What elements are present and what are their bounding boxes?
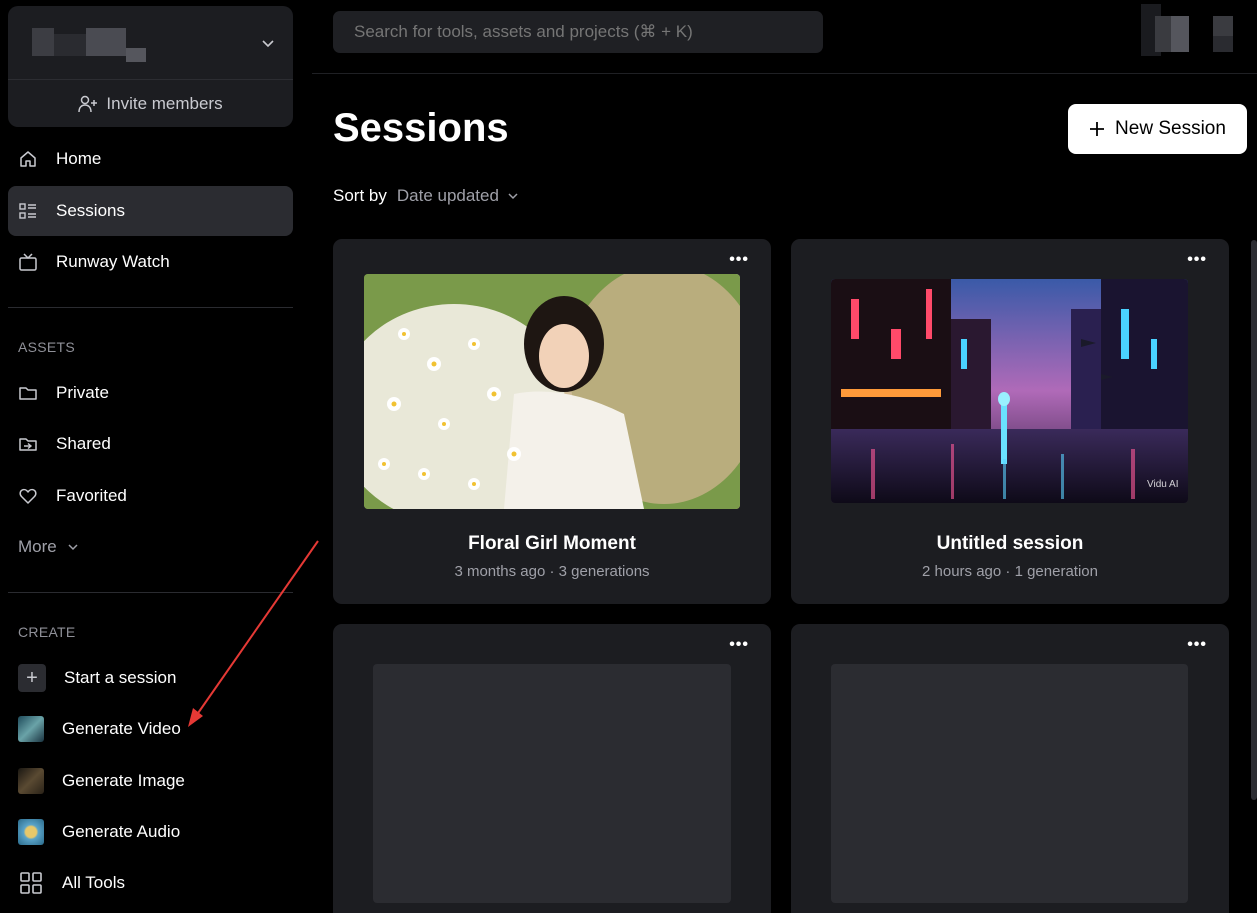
- nav-favorited-label: Favorited: [56, 486, 127, 505]
- avatar-block: [1155, 16, 1171, 52]
- nav-favorited[interactable]: Favorited: [8, 471, 293, 521]
- session-title: Floral Girl Moment: [468, 533, 636, 554]
- more-options-icon[interactable]: •••: [729, 251, 749, 269]
- workspace-switcher[interactable]: Invite members: [8, 6, 293, 127]
- assets-section-label: ASSETS: [18, 339, 76, 355]
- plus-icon: [1090, 122, 1105, 136]
- generate-audio-thumbnail: [18, 819, 44, 845]
- nav-home-label: Home: [56, 149, 102, 168]
- nav-shared[interactable]: Shared: [8, 419, 293, 469]
- generate-image-thumbnail: [18, 768, 44, 794]
- nav-runway-watch[interactable]: Runway Watch: [8, 237, 293, 287]
- cyber-city-illustration: Vidu AI: [831, 279, 1188, 503]
- plus-icon: +: [18, 664, 46, 692]
- nav-private-label: Private: [56, 383, 109, 402]
- search-input[interactable]: [333, 11, 823, 53]
- more-options-icon[interactable]: •••: [729, 636, 749, 654]
- create-section-label: CREATE: [18, 624, 76, 640]
- sort-control: Sort by Date updated: [333, 186, 519, 206]
- workspace-name-block: [86, 28, 126, 56]
- avatar-block: [1171, 16, 1189, 52]
- session-card[interactable]: ••• Vidu AI Untitled session 2 hours ago…: [791, 239, 1229, 604]
- watermark-text: Vidu AI: [1147, 479, 1179, 490]
- workspace-avatar: [32, 28, 54, 56]
- list-icon: [19, 203, 36, 219]
- invite-members-button[interactable]: Invite members: [8, 80, 293, 127]
- all-tools-button[interactable]: All Tools: [18, 868, 125, 898]
- more-options-icon[interactable]: •••: [1187, 251, 1207, 269]
- grid-icon: [20, 872, 42, 894]
- session-title: Untitled session: [936, 533, 1084, 554]
- nav-more[interactable]: More: [8, 522, 293, 572]
- start-session-label: Start a session: [64, 668, 177, 687]
- workspace-header[interactable]: [8, 6, 293, 80]
- generate-audio-button[interactable]: Generate Audio: [18, 817, 180, 847]
- session-thumbnail-placeholder: [373, 664, 731, 903]
- workspace-name: [54, 34, 86, 56]
- heart-icon: [19, 488, 37, 504]
- chevron-down-icon[interactable]: [261, 36, 275, 50]
- session-thumbnail: [364, 274, 740, 509]
- chevron-down-icon: [68, 544, 78, 551]
- divider: [8, 307, 293, 308]
- folder-icon: [19, 387, 37, 400]
- user-plus-icon: [78, 95, 98, 112]
- sidebar: Invite members Home Sessions Runway Watc…: [0, 0, 302, 913]
- session-card[interactable]: •••: [791, 624, 1229, 913]
- avatar[interactable]: [1141, 4, 1249, 56]
- home-icon: [20, 151, 36, 167]
- avatar-block: [1213, 16, 1233, 36]
- nav-sessions-label: Sessions: [56, 201, 125, 220]
- nav-more-label: More: [18, 537, 57, 556]
- chevron-down-icon: [508, 193, 518, 200]
- more-options-icon[interactable]: •••: [1187, 636, 1207, 654]
- generate-video-thumbnail: [18, 716, 44, 742]
- sort-value: Date updated: [396, 186, 499, 205]
- generate-image-label: Generate Image: [62, 771, 185, 790]
- session-meta: 3 months ago · 3 generations: [454, 563, 650, 580]
- generate-audio-label: Generate Audio: [62, 822, 181, 841]
- nav-sessions[interactable]: Sessions: [8, 186, 293, 236]
- session-card[interactable]: ••• Floral Girl Moment 3 months ago · 3 …: [333, 239, 771, 604]
- topbar-divider: [312, 73, 1257, 74]
- flowers-illustration: [364, 274, 740, 509]
- generate-image-button[interactable]: Generate Image: [18, 766, 185, 796]
- generate-video-label: Generate Video: [62, 719, 181, 738]
- nav-home[interactable]: Home: [8, 134, 293, 184]
- start-session-button[interactable]: + Start a session: [18, 663, 176, 693]
- page-title: Sessions: [333, 106, 509, 150]
- new-session-label: New Session: [1115, 118, 1226, 139]
- session-thumbnail: Vidu AI: [831, 279, 1188, 503]
- nav-runway-watch-label: Runway Watch: [56, 252, 170, 271]
- session-card[interactable]: •••: [333, 624, 771, 913]
- all-tools-label: All Tools: [62, 873, 125, 892]
- sort-label: Sort by: [333, 186, 387, 205]
- session-thumbnail-placeholder: [831, 664, 1188, 903]
- new-session-button[interactable]: New Session: [1068, 104, 1247, 154]
- shared-folder-icon: [19, 438, 37, 451]
- invite-members-label: Invite members: [106, 93, 223, 113]
- scrollbar[interactable]: [1251, 240, 1257, 800]
- generate-video-button[interactable]: Generate Video: [18, 714, 181, 744]
- nav-private[interactable]: Private: [8, 368, 293, 418]
- tv-icon: [19, 253, 37, 271]
- nav-shared-label: Shared: [56, 434, 111, 453]
- divider: [8, 592, 293, 593]
- session-meta: 2 hours ago · 1 generation: [922, 563, 1098, 580]
- workspace-name-block: [126, 48, 146, 62]
- avatar-block: [1213, 36, 1233, 52]
- sort-dropdown[interactable]: Date updated: [397, 186, 519, 206]
